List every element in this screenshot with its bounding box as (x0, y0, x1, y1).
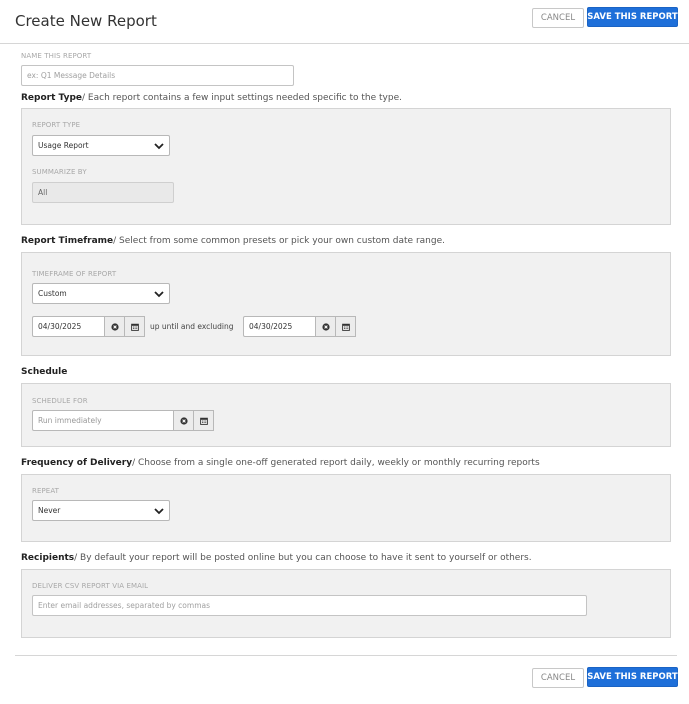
date-range-separator: up until and excluding (150, 322, 234, 331)
end-date-clear-button[interactable] (316, 316, 336, 337)
repeat-select[interactable]: Never (32, 500, 170, 521)
start-date-input[interactable]: 04/30/2025 (32, 316, 105, 337)
recipients-title: Recipients (21, 553, 75, 563)
calendar-icon (341, 323, 350, 331)
report-type-panel: REPORT TYPE Usage Report SUMMARIZE BY Al… (21, 108, 671, 225)
timeframe-panel: TIMEFRAME OF REPORT Custom 04/30/2025 up… (21, 252, 671, 356)
schedule-date-group: Run immediately (32, 410, 214, 431)
report-type-title: Report Type (21, 93, 83, 103)
timeframe-title: Report Timeframe (21, 236, 114, 246)
schedule-calendar-button[interactable] (194, 410, 214, 431)
report-type-value: Usage Report (38, 141, 89, 150)
chevron-down-icon (154, 508, 164, 515)
timeframe-value: Custom (38, 289, 67, 298)
email-label: DELIVER CSV REPORT VIA EMAIL (32, 582, 149, 590)
frequency-description: / Choose from a single one-off generated… (132, 458, 540, 468)
report-type-description: / Each report contains a few input setti… (82, 93, 402, 103)
calendar-icon (199, 417, 208, 425)
start-date-calendar-button[interactable] (125, 316, 145, 337)
timeframe-select[interactable]: Custom (32, 283, 170, 304)
schedule-label: SCHEDULE FOR (32, 397, 88, 405)
cancel-button[interactable]: CANCEL (532, 8, 584, 28)
footer-cancel-button[interactable]: CANCEL (532, 668, 584, 688)
schedule-clear-button[interactable] (174, 410, 194, 431)
chevron-down-icon (154, 291, 164, 298)
schedule-panel: SCHEDULE FOR Run immediately (21, 383, 671, 447)
recipients-panel: DELIVER CSV REPORT VIA EMAIL Enter email… (21, 569, 671, 638)
summarize-by-field: All (32, 182, 174, 203)
report-name-label: NAME THIS REPORT (21, 52, 92, 60)
report-type-heading: Report Type/ Each report contains a few … (21, 93, 402, 103)
calendar-icon (130, 323, 139, 331)
end-date-calendar-button[interactable] (336, 316, 356, 337)
schedule-input[interactable]: Run immediately (32, 410, 174, 431)
timeframe-description: / Select from some common presets or pic… (113, 236, 445, 246)
timeframe-label: TIMEFRAME OF REPORT (32, 270, 117, 278)
footer-save-report-button[interactable]: SAVE THIS REPORT (587, 667, 678, 687)
end-date-input[interactable]: 04/30/2025 (243, 316, 316, 337)
frequency-title: Frequency of Delivery (21, 458, 133, 468)
recipients-description: / By default your report will be posted … (74, 553, 532, 563)
chevron-down-icon (154, 143, 164, 150)
footer-divider (15, 655, 677, 656)
email-input[interactable]: Enter email addresses, separated by comm… (32, 595, 587, 616)
clear-icon (110, 322, 119, 331)
summarize-by-label: SUMMARIZE BY (32, 168, 87, 176)
clear-icon (179, 416, 188, 425)
save-report-button[interactable]: SAVE THIS REPORT (587, 7, 678, 27)
repeat-value: Never (38, 506, 61, 515)
report-type-label: REPORT TYPE (32, 121, 81, 129)
clear-icon (321, 322, 330, 331)
recipients-heading: Recipients/ By default your report will … (21, 553, 532, 563)
page-title: Create New Report (15, 12, 157, 30)
start-date-clear-button[interactable] (105, 316, 125, 337)
repeat-label: REPEAT (32, 487, 60, 495)
frequency-panel: REPEAT Never (21, 474, 671, 542)
schedule-title: Schedule (21, 367, 68, 377)
end-date-group: 04/30/2025 (243, 316, 356, 337)
schedule-heading: Schedule (21, 367, 67, 377)
report-type-select[interactable]: Usage Report (32, 135, 170, 156)
start-date-group: 04/30/2025 (32, 316, 145, 337)
frequency-heading: Frequency of Delivery/ Choose from a sin… (21, 458, 540, 468)
timeframe-heading: Report Timeframe/ Select from some commo… (21, 236, 445, 246)
report-name-input[interactable]: ex: Q1 Message Details (21, 65, 294, 86)
page-header: Create New Report CANCEL SAVE THIS REPOR… (0, 0, 689, 44)
